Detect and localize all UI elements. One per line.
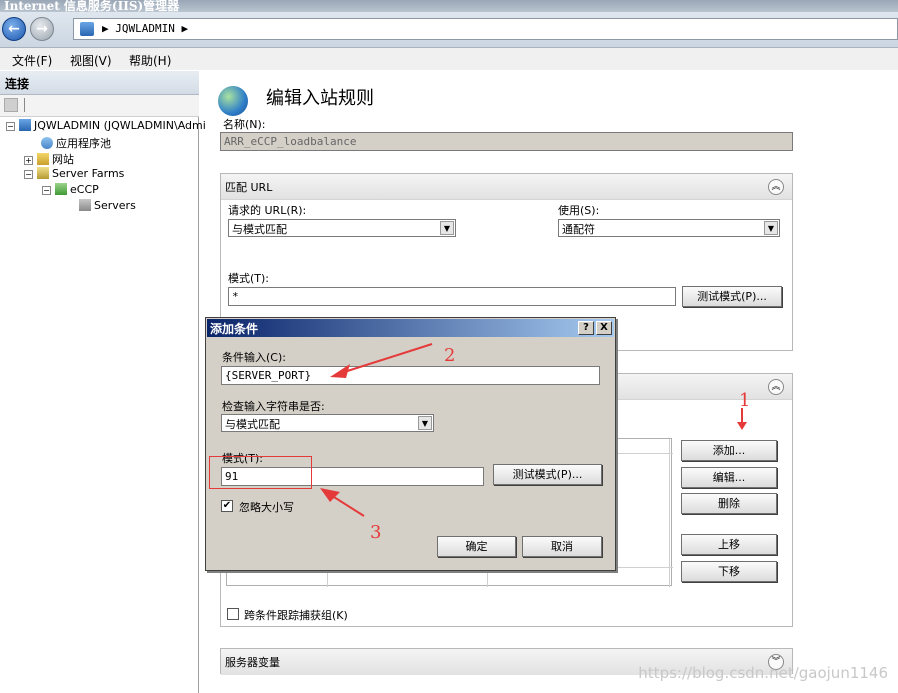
window-title: Internet 信息服务(IIS)管理器 <box>4 0 180 12</box>
address-bar[interactable]: ▶ JQWLADMIN ▶ <box>73 18 898 40</box>
server-icon <box>19 119 31 131</box>
sites-folder-icon <box>37 153 49 165</box>
dialog-title: 添加条件 <box>210 322 259 336</box>
new-connection-icon[interactable] <box>4 98 18 112</box>
menu-bar: 文件(F) 视图(V) 帮助(H) <box>0 48 898 70</box>
menu-file[interactable]: 文件(F) <box>12 52 52 69</box>
page-title: 编辑入站规则 <box>266 88 374 109</box>
match-url-header: 匹配 URL ︽ <box>221 174 792 200</box>
tree-label: JQWLADMIN (JQWLADMIN\Admin <box>34 119 213 132</box>
ignore-case-label: 忽略大小写 <box>239 501 294 514</box>
tree-label: Server Farms <box>52 167 125 180</box>
add-condition-button[interactable]: 添加... <box>681 440 777 461</box>
tree-node-sites[interactable]: + 网站 <box>24 151 74 167</box>
edit-condition-button[interactable]: 编辑... <box>681 467 777 488</box>
server-farms-icon <box>37 167 49 179</box>
track-groups-label: 跨条件跟踪捕获组(K) <box>244 609 348 622</box>
requested-url-label: 请求的 URL(R): <box>228 204 307 217</box>
navigation-bar: ← → ▶ JQWLADMIN ▶ <box>0 12 898 48</box>
ignore-case-checkbox[interactable]: ✔ <box>221 500 233 512</box>
help-button[interactable]: ? <box>578 321 594 335</box>
name-label: 名称(N): <box>223 118 266 131</box>
annotation-box <box>209 456 312 489</box>
test-pattern-button[interactable]: 测试模式(P)... <box>682 286 782 307</box>
pattern-label: 模式(T): <box>228 272 270 285</box>
watermark: https://blog.csdn.net/gaojun1146 <box>638 664 888 682</box>
collapse-icon[interactable]: − <box>6 122 15 131</box>
track-groups-checkbox[interactable] <box>227 608 239 620</box>
back-arrow-icon: ← <box>8 21 20 37</box>
address-path: ▶ JQWLADMIN ▶ <box>102 22 189 35</box>
server-icon <box>80 22 94 36</box>
toolbar-divider <box>24 98 25 112</box>
expand-icon[interactable]: + <box>24 156 33 165</box>
tree-label: 网站 <box>52 153 74 166</box>
delete-condition-button[interactable]: 删除 <box>681 493 777 514</box>
pattern-input[interactable]: * <box>228 287 676 306</box>
forward-arrow-icon: → <box>36 21 48 37</box>
window-title-bar: Internet 信息服务(IIS)管理器 <box>0 0 898 12</box>
dialog-test-pattern-button[interactable]: 测试模式(P)... <box>493 464 602 485</box>
tree-node-server-farms[interactable]: − Server Farms <box>24 167 124 180</box>
tree-label: Servers <box>94 199 136 212</box>
app-pool-icon <box>41 137 53 149</box>
annotation-number-2: 2 <box>444 345 456 366</box>
collapse-section-icon[interactable]: ︽ <box>768 179 784 195</box>
move-down-button[interactable]: 下移 <box>681 561 777 582</box>
using-select[interactable]: 通配符 ▼ <box>558 219 780 237</box>
cancel-button[interactable]: 取消 <box>522 536 602 557</box>
url-rewrite-icon <box>218 86 248 116</box>
server-farm-icon <box>55 183 67 195</box>
forward-button[interactable]: → <box>30 17 54 41</box>
move-up-button[interactable]: 上移 <box>681 534 777 555</box>
tree-node-server[interactable]: − JQWLADMIN (JQWLADMIN\Admin <box>6 119 213 132</box>
using-label: 使用(S): <box>558 204 600 217</box>
check-if-value: 与模式匹配 <box>225 418 280 431</box>
annotation-number-1: 1 <box>739 390 751 411</box>
close-button[interactable]: X <box>596 321 612 335</box>
collapse-section-icon[interactable]: ︽ <box>768 379 784 395</box>
annotation-number-3: 3 <box>370 522 382 543</box>
annotation-arrow-down <box>737 408 747 430</box>
menu-view[interactable]: 视图(V) <box>70 52 112 69</box>
rule-name-input[interactable]: ARR_eCCP_loadbalance <box>220 132 793 151</box>
condition-input-label: 条件输入(C): <box>222 351 286 364</box>
check-if-label: 检查输入字符串是否: <box>222 400 325 413</box>
tree-node-eccp[interactable]: − eCCP <box>42 183 99 196</box>
using-value: 通配符 <box>562 223 595 236</box>
collapse-icon[interactable]: − <box>24 170 33 179</box>
tree-label: 应用程序池 <box>56 137 111 150</box>
tree-node-servers[interactable]: Servers <box>79 199 136 212</box>
match-url-title: 匹配 URL <box>225 181 273 194</box>
menu-help[interactable]: 帮助(H) <box>129 52 171 69</box>
connections-toolbar <box>0 95 199 117</box>
tree-label: eCCP <box>70 183 99 196</box>
chevron-down-icon[interactable]: ▼ <box>440 221 454 235</box>
servers-icon <box>79 199 91 211</box>
back-button[interactable]: ← <box>2 17 26 41</box>
connections-header: 连接 <box>0 71 199 95</box>
tree-node-app-pools[interactable]: 应用程序池 <box>41 135 111 151</box>
requested-url-select[interactable]: 与模式匹配 ▼ <box>228 219 456 237</box>
collapse-icon[interactable]: − <box>42 186 51 195</box>
server-variables-title: 服务器变量 <box>225 656 280 669</box>
chevron-down-icon[interactable]: ▼ <box>764 221 778 235</box>
requested-url-value: 与模式匹配 <box>232 223 287 236</box>
